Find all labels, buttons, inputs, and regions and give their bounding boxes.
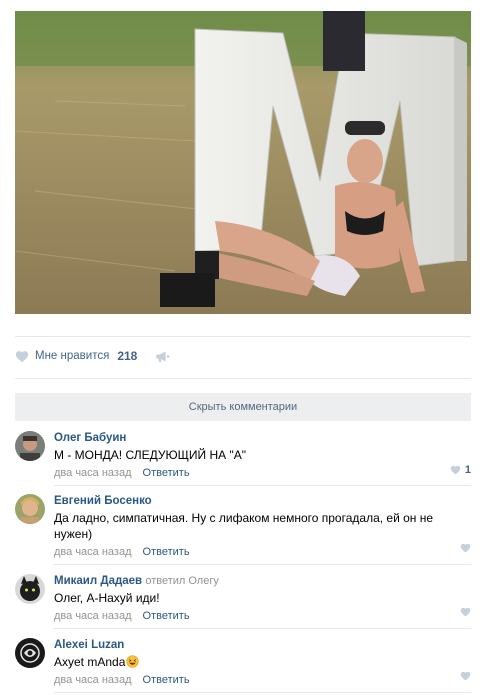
avatar[interactable] xyxy=(15,574,45,604)
comment-author[interactable]: Микаил Дадаев xyxy=(54,575,142,587)
comment-like-button[interactable] xyxy=(460,543,471,553)
heart-icon xyxy=(460,671,471,681)
comment: Микаил Дадаев ответил Олегу Олег, А-Наху… xyxy=(15,574,471,622)
divider xyxy=(54,692,471,693)
comment-text: Axyet mAnda xyxy=(54,655,126,669)
hide-comments-button[interactable]: Скрыть комментарии xyxy=(15,393,471,421)
comment: Олег Бабуин М - МОНДА! СЛЕДУЮЩИЙ НА "А" … xyxy=(15,431,471,481)
comment-like-button[interactable]: 1 xyxy=(450,464,471,476)
comment-like-count: 1 xyxy=(464,464,471,476)
divider xyxy=(15,378,471,379)
comment-like-button[interactable] xyxy=(460,671,471,681)
comment-text: Да ладно, симпатичная. Ну с лифаком немн… xyxy=(54,511,434,541)
heart-icon xyxy=(15,350,29,362)
divider xyxy=(54,564,471,565)
like-count: 218 xyxy=(117,349,138,363)
like-button[interactable]: Мне нравится 218 xyxy=(15,349,137,363)
comment-author[interactable]: Евгений Босенко xyxy=(54,494,471,508)
replied-to-link[interactable]: ответил Олегу xyxy=(145,575,219,587)
avatar[interactable] xyxy=(15,638,45,668)
avatar-image xyxy=(15,494,45,524)
reply-link[interactable]: Ответить xyxy=(143,546,190,558)
heart-icon xyxy=(450,465,461,475)
avatar-image xyxy=(15,638,45,668)
heart-icon xyxy=(460,607,471,617)
comment-time[interactable]: два часа назад xyxy=(54,674,131,686)
avatar[interactable] xyxy=(15,494,45,524)
comment-time[interactable]: два часа назад xyxy=(54,610,131,622)
avatar[interactable] xyxy=(15,431,45,461)
reply-link[interactable]: Ответить xyxy=(143,610,190,622)
divider xyxy=(54,485,471,486)
avatar-image xyxy=(15,431,45,461)
share-megaphone-icon[interactable] xyxy=(155,350,170,363)
divider xyxy=(54,628,471,629)
comment-author[interactable]: Олег Бабуин xyxy=(54,431,471,445)
like-label: Мне нравится xyxy=(35,350,110,362)
laughing-emoji-icon xyxy=(126,655,140,668)
comment-time[interactable]: два часа назад xyxy=(54,467,131,479)
heart-icon xyxy=(460,543,471,553)
comment-like-button[interactable] xyxy=(460,607,471,617)
comment-time[interactable]: два часа назад xyxy=(54,546,131,558)
comment: Alexei Luzan Axyet mAnda два часа назад … xyxy=(15,638,471,686)
avatar-image xyxy=(15,574,45,604)
photo-image xyxy=(15,11,471,314)
comment: Евгений Босенко Да ладно, симпатичная. Н… xyxy=(15,494,471,558)
divider xyxy=(15,336,471,337)
post-actions: Мне нравится 218 xyxy=(15,346,170,366)
reply-link[interactable]: Ответить xyxy=(143,674,190,686)
comment-text: М - МОНДА! СЛЕДУЮЩИЙ НА "А" xyxy=(54,448,246,462)
reply-link[interactable]: Ответить xyxy=(143,467,190,479)
comment-text: Олег, А-Нахуй иди! xyxy=(54,591,160,605)
comment-author[interactable]: Alexei Luzan xyxy=(54,638,471,652)
post-photo[interactable] xyxy=(15,11,471,314)
